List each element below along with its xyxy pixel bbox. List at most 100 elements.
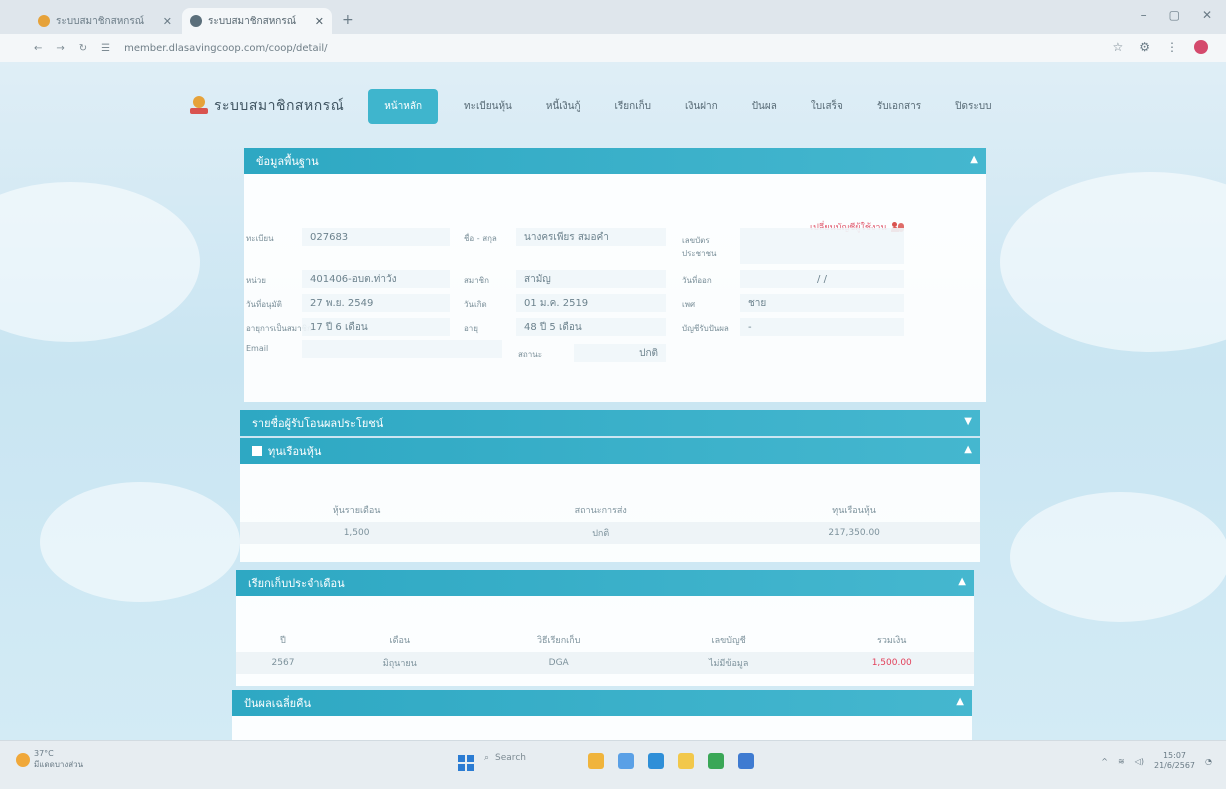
file-explorer-icon[interactable] [588, 753, 604, 769]
dividend-account-value: - [740, 318, 904, 336]
extensions-icon[interactable]: ⚙ [1139, 40, 1150, 54]
id-card-label: เลขบัตรประชาชน [682, 236, 717, 258]
birth-date-label: วันเกิด [464, 300, 487, 309]
nav-item-receipts[interactable]: ใบเสร็จ [811, 99, 843, 114]
table-cell: 217,350.00 [728, 522, 980, 544]
reload-icon[interactable]: ↻ [79, 43, 87, 54]
chevron-up-icon[interactable]: ^ [1101, 757, 1108, 766]
clock[interactable]: 15:07 21/6/2567 [1154, 751, 1195, 771]
tab-title: ระบบสมาชิกสหกรณ์ [56, 15, 144, 27]
nav-item-loans[interactable]: หนี้เงินกู้ [546, 99, 581, 114]
beneficiaries-header[interactable]: รายชื่อผู้รับโอนผลประโยชน์ ▼ [240, 410, 980, 436]
bookmark-star-icon[interactable]: ☆ [1112, 40, 1123, 54]
table-cell: 2567 [236, 652, 330, 674]
shares-checkbox[interactable] [252, 446, 262, 456]
wifi-icon[interactable]: ≋ [1118, 757, 1125, 766]
column-header: ทุนเรือนหุ้น [832, 506, 876, 516]
nav-item-collection[interactable]: เรียกเก็บ [615, 99, 652, 114]
notification-icon[interactable]: ◔ [1205, 757, 1212, 766]
site-logo[interactable]: ระบบสมาชิกสหกรณ์ [190, 95, 344, 117]
nav-item-deposits[interactable]: เงินฝาก [685, 99, 718, 114]
volume-icon[interactable]: ◁) [1135, 757, 1144, 766]
nav-item-documents[interactable]: รับเอกสาร [877, 99, 921, 114]
age-value: 48 ปี 5 เดือน [516, 318, 666, 336]
dividend-header[interactable]: ปันผลเฉลี่ยคืน ▲ [232, 690, 972, 716]
browser-toolbar-right: ☆ ⚙ ⋮ [1112, 40, 1208, 54]
edge-icon[interactable] [648, 753, 664, 769]
column-header: ปี [280, 636, 286, 646]
chevron-up-icon[interactable]: ▲ [956, 696, 964, 707]
menu-icon[interactable]: ⋮ [1166, 40, 1178, 54]
weather-widget[interactable]: 37°C มีแดดบางส่วน [16, 749, 83, 771]
clock-date: 21/6/2567 [1153, 761, 1196, 770]
site-favicon-icon [190, 15, 202, 27]
table-row: 1,500 ปกติ 217,350.00 [240, 522, 980, 544]
system-tray: ^ ≋ ◁) 15:07 21/6/2567 ◔ [1101, 751, 1212, 771]
tab-close-icon[interactable]: ✕ [163, 15, 172, 28]
basic-info-body: เปลี่ยนบัญชีผู้ใช้งาน ทะเบียน 027683 ชื่… [244, 174, 986, 402]
member-type-value: สามัญ [516, 270, 666, 288]
member-type-label: สมาชิก [464, 276, 489, 285]
gender-label: เพศ [682, 300, 696, 309]
age-label: อายุ [464, 324, 478, 333]
table-header-row: หุ้นรายเดือน สถานะการส่ง ทุนเรือนหุ้น [240, 498, 980, 522]
app-icon[interactable] [618, 753, 634, 769]
logo-text: ระบบสมาชิกสหกรณ์ [214, 98, 345, 114]
status-label: สถานะ [518, 350, 542, 359]
name-label: ชื่อ - สกุล [464, 234, 497, 243]
email-value [302, 340, 502, 358]
app-icon[interactable] [738, 753, 754, 769]
nav-item-dividend[interactable]: ปันผล [752, 99, 777, 114]
close-window-button[interactable]: ✕ [1202, 8, 1212, 22]
profile-avatar[interactable] [1194, 40, 1208, 54]
browser-tab-1[interactable]: ระบบสมาชิกสหกรณ์ ✕ [30, 8, 180, 34]
name-value: นางครเพียร สมอคำ [516, 228, 666, 246]
column-header: เลขบัญชี [711, 636, 746, 646]
nav-item-logout[interactable]: ปิดระบบ [955, 99, 991, 114]
minimize-button[interactable]: – [1141, 8, 1147, 22]
site-info-icon[interactable]: ☰ [101, 43, 110, 54]
chevron-up-icon[interactable]: ▲ [970, 154, 978, 165]
resign-date-label: วันที่ออก [682, 276, 712, 285]
column-header: เดือน [389, 636, 411, 646]
forward-icon[interactable]: → [56, 43, 64, 54]
member-no-value: 027683 [302, 228, 450, 246]
chevron-up-icon[interactable]: ▲ [964, 444, 972, 455]
address-bar: ← → ↻ ☰ member.dlasavingcoop.com/coop/de… [0, 34, 1226, 62]
table-cell: มิถุนายน [330, 652, 470, 674]
column-header: วิธีเรียกเก็บ [536, 636, 581, 646]
chrome-icon[interactable] [708, 753, 724, 769]
taskbar-apps [588, 753, 754, 769]
email-label: Email [246, 344, 269, 353]
basic-info-header[interactable]: ข้อมูลพื้นฐาน ▲ [244, 148, 986, 174]
background-cloud [0, 182, 200, 342]
monthly-collection-header[interactable]: เรียกเก็บประจำเดือน ▲ [236, 570, 974, 596]
url-field[interactable]: member.dlasavingcoop.com/coop/detail/ [124, 43, 327, 54]
nav-item-home[interactable]: หน้าหลัก [368, 88, 439, 124]
dividend-account-label: บัญชีรับปันผล [682, 324, 729, 333]
clock-time: 15:07 [1162, 751, 1187, 760]
start-button[interactable] [458, 755, 474, 771]
folder-icon[interactable] [678, 753, 694, 769]
chevron-down-icon[interactable]: ▼ [964, 416, 972, 427]
total-amount-cell: 1,500.00 [809, 652, 974, 674]
back-icon[interactable]: ← [34, 43, 42, 54]
new-tab-button[interactable]: + [342, 12, 354, 28]
nav-item-shares[interactable]: ทะเบียนหุ้น [464, 99, 512, 114]
shares-header[interactable]: ทุนเรือนหุ้น ▲ [240, 438, 980, 464]
taskbar-search[interactable]: ⌕ Search [484, 753, 526, 763]
browser-tab-2[interactable]: ระบบสมาชิกสหกรณ์ ✕ [182, 8, 332, 34]
web-page: ระบบสมาชิกสหกรณ์ หน้าหลัก ทะเบียนหุ้น หน… [0, 62, 1226, 740]
chevron-up-icon[interactable]: ▲ [958, 576, 966, 587]
top-navigation: ระบบสมาชิกสหกรณ์ หน้าหลัก ทะเบียนหุ้น หน… [190, 86, 1025, 126]
table-cell: 1,500 [240, 522, 474, 544]
unit-value: 401406-อบต.ท่าวัง [302, 270, 450, 288]
browser-tabbar: ระบบสมาชิกสหกรณ์ ✕ ระบบสมาชิกสหกรณ์ ✕ + [0, 0, 1226, 34]
search-label: Search [495, 753, 526, 763]
panel-title: ปันผลเฉลี่ยคืน [244, 697, 312, 710]
gender-value: ชาย [740, 294, 904, 312]
background-cloud [1010, 492, 1226, 622]
panel-title: ทุนเรือนหุ้น [268, 445, 322, 458]
tab-close-icon[interactable]: ✕ [315, 15, 324, 28]
maximize-button[interactable]: ▢ [1169, 8, 1180, 22]
